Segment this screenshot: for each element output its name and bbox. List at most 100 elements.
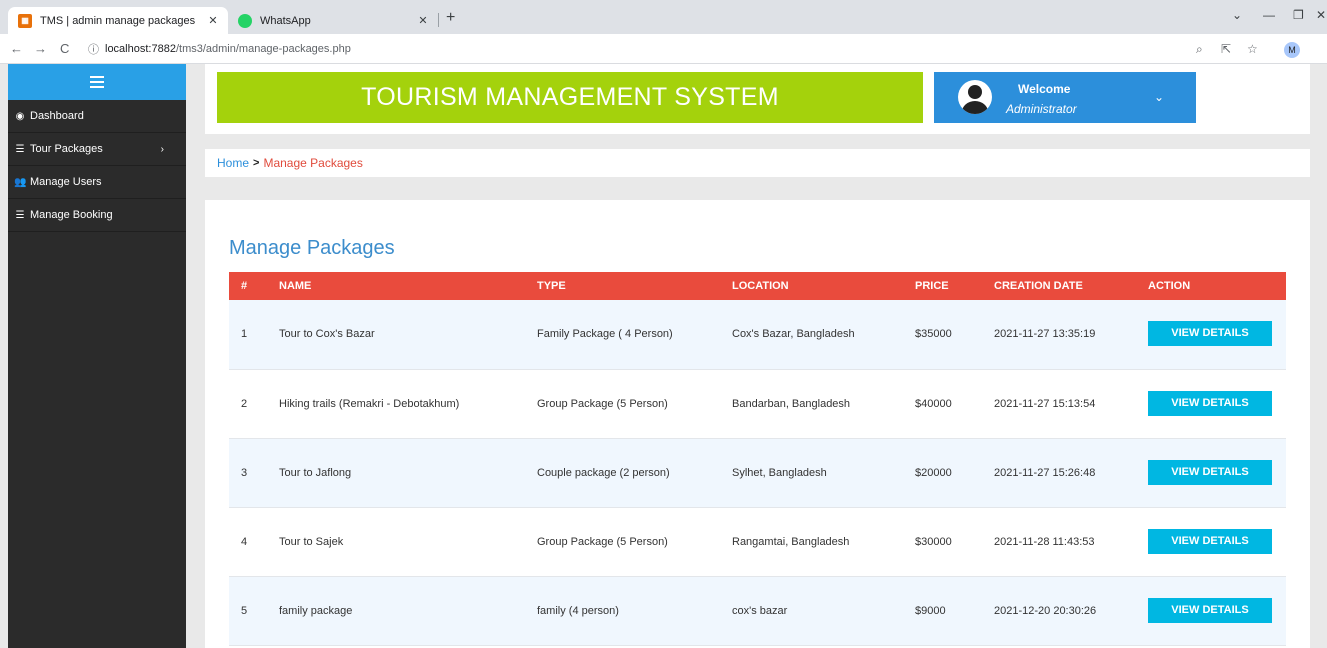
window-close-button[interactable]: ✕	[1316, 8, 1326, 22]
sidebar-item-dashboard[interactable]: ◉ Dashboard	[8, 100, 186, 133]
packages-table: # NAME TYPE LOCATION PRICE CREATION DATE…	[229, 272, 1286, 646]
table-row: 5 family package family (4 person) cox's…	[229, 576, 1286, 645]
cell-price: $20000	[915, 466, 952, 479]
main-panel: Manage Packages # NAME TYPE LOCATION PRI…	[205, 200, 1310, 648]
sidebar-item-manage-booking[interactable]: ☰ Manage Booking	[8, 199, 186, 232]
column-header-name: NAME	[279, 280, 312, 292]
cell-creation-date: 2021-11-28 11:43:53	[994, 535, 1095, 548]
cell-location: cox's bazar	[732, 604, 788, 617]
list-icon: ☰	[15, 143, 25, 155]
cell-location: Sylhet, Bangladesh	[732, 466, 827, 479]
table-row: 2 Hiking trails (Remakri - Debotakhum) G…	[229, 369, 1286, 438]
site-title-banner: TOURISM MANAGEMENT SYSTEM	[217, 72, 923, 123]
chevron-right-icon: ›	[160, 143, 164, 155]
cell-type: Group Package (5 Person)	[537, 397, 668, 410]
cell-name: Tour to Jaflong	[279, 466, 352, 479]
tab-search-icon[interactable]: ⌄	[1232, 8, 1242, 22]
column-header-price: PRICE	[915, 280, 949, 292]
bookmark-star-icon[interactable]: ☆	[1247, 42, 1258, 56]
breadcrumb-home-link[interactable]: Home	[217, 156, 249, 170]
cell-type: family (4 person)	[537, 604, 619, 617]
cell-number: 3	[241, 466, 248, 479]
tms-favicon-icon: ▦	[18, 13, 32, 28]
sidebar-item-label: Dashboard	[30, 110, 84, 122]
browser-tab-whatsapp[interactable]: WhatsApp ✕	[228, 7, 438, 34]
breadcrumb-current: Manage Packages	[263, 156, 363, 170]
url-host: localhost:7882	[105, 43, 176, 55]
cell-type: Group Package (5 Person)	[537, 535, 668, 548]
cell-creation-date: 2021-11-27 15:26:48	[994, 466, 1096, 479]
browser-tab-strip: ▦ TMS | admin manage packages ✕ WhatsApp…	[0, 0, 1327, 34]
tab-title: WhatsApp	[260, 14, 311, 27]
cell-number: 2	[241, 397, 248, 410]
chevron-down-icon: ⌄	[1154, 90, 1165, 104]
column-header-action: ACTION	[1148, 280, 1191, 292]
welcome-label: Welcome	[1018, 82, 1071, 96]
restore-button[interactable]: ❐	[1293, 8, 1304, 22]
cell-action: VIEW DETAILS	[1148, 576, 1286, 645]
user-avatar-icon	[958, 80, 992, 114]
tab-title: TMS | admin manage packages	[40, 14, 196, 27]
cell-action: VIEW DETAILS	[1148, 369, 1286, 438]
cell-creation-date: 2021-11-27 15:13:54	[994, 397, 1096, 410]
address-bar: ← → C ⓘ localhost:7882/tms3/admin/manage…	[0, 34, 1327, 64]
cell-location: Bandarban, Bangladesh	[732, 397, 851, 410]
sidebar-item-label: Tour Packages	[30, 143, 103, 155]
view-details-button[interactable]: VIEW DETAILS	[1148, 321, 1272, 346]
column-header-type: TYPE	[537, 280, 566, 292]
cell-price: $40000	[915, 397, 952, 410]
cell-number: 5	[241, 604, 248, 617]
whatsapp-favicon-icon	[238, 13, 252, 28]
url-field[interactable]: ⓘ localhost:7882/tms3/admin/manage-packa…	[88, 38, 1173, 60]
table-header-row: # NAME TYPE LOCATION PRICE CREATION DATE…	[229, 272, 1286, 300]
view-details-button[interactable]: VIEW DETAILS	[1148, 528, 1272, 554]
sidebar-item-tour-packages[interactable]: ☰ Tour Packages ›	[8, 133, 186, 166]
profile-avatar[interactable]: M	[1284, 42, 1300, 58]
tab-separator	[438, 13, 439, 27]
breadcrumb-separator-icon: >	[253, 157, 260, 169]
view-details-button[interactable]: VIEW DETAILS	[1148, 597, 1272, 623]
cell-name: Hiking trails (Remakri - Debotakhum)	[279, 397, 460, 410]
browser-tab-tms[interactable]: ▦ TMS | admin manage packages ✕	[8, 7, 228, 34]
hamburger-menu-icon	[90, 76, 104, 88]
view-details-button[interactable]: VIEW DETAILS	[1148, 390, 1272, 416]
zoom-icon[interactable]: ⌕	[1196, 42, 1203, 57]
column-header-creation-date: CREATION DATE	[994, 280, 1083, 292]
cell-name: Tour to Cox's Bazar	[279, 328, 375, 341]
cell-price: $30000	[915, 535, 952, 548]
table-row: 4 Tour to Sajek Group Package (5 Person)…	[229, 507, 1286, 576]
table-row: 3 Tour to Jaflong Couple package (2 pers…	[229, 438, 1286, 507]
table-row: 1 Tour to Cox's Bazar Family Package ( 4…	[229, 300, 1286, 369]
share-icon[interactable]: ⇱	[1221, 42, 1231, 56]
back-button[interactable]: ←	[10, 41, 23, 56]
tab-close-icon[interactable]: ✕	[206, 14, 220, 27]
minimize-button[interactable]: —	[1263, 8, 1275, 22]
cell-number: 4	[241, 535, 248, 548]
site-info-icon[interactable]: ⓘ	[88, 41, 99, 57]
cell-price: $9000	[915, 604, 946, 617]
page-header: TOURISM MANAGEMENT SYSTEM Welcome Admini…	[205, 64, 1310, 134]
cell-location: Cox's Bazar, Bangladesh	[732, 328, 855, 341]
column-header-location: LOCATION	[732, 280, 789, 292]
cell-name: family package	[279, 604, 353, 617]
cell-action: VIEW DETAILS	[1148, 438, 1286, 507]
sidebar-item-manage-users[interactable]: 👥 Manage Users	[8, 166, 186, 199]
cell-type: Family Package ( 4 Person)	[537, 328, 673, 341]
cell-price: $35000	[915, 328, 952, 341]
tab-close-icon[interactable]: ✕	[416, 14, 430, 27]
cell-action: VIEW DETAILS	[1148, 507, 1286, 576]
view-details-button[interactable]: VIEW DETAILS	[1148, 459, 1272, 485]
cell-number: 1	[241, 328, 248, 341]
breadcrumb: Home > Manage Packages	[205, 149, 1310, 177]
cell-creation-date: 2021-12-20 20:30:26	[994, 604, 1097, 617]
cell-location: Rangamtai, Bangladesh	[732, 535, 850, 548]
cell-creation-date: 2021-11-27 13:35:19	[994, 328, 1096, 341]
new-tab-button[interactable]: +	[446, 9, 455, 27]
reload-button[interactable]: C	[60, 41, 69, 56]
url-path: /tms3/admin/manage-packages.php	[175, 43, 351, 55]
dashboard-icon: ◉	[15, 110, 25, 122]
sidebar-toggle-button[interactable]	[8, 64, 186, 100]
cell-type: Couple package (2 person)	[537, 466, 670, 479]
user-menu-toggle[interactable]: Welcome Administrator ⌄	[934, 72, 1196, 123]
forward-button[interactable]: →	[34, 41, 47, 56]
